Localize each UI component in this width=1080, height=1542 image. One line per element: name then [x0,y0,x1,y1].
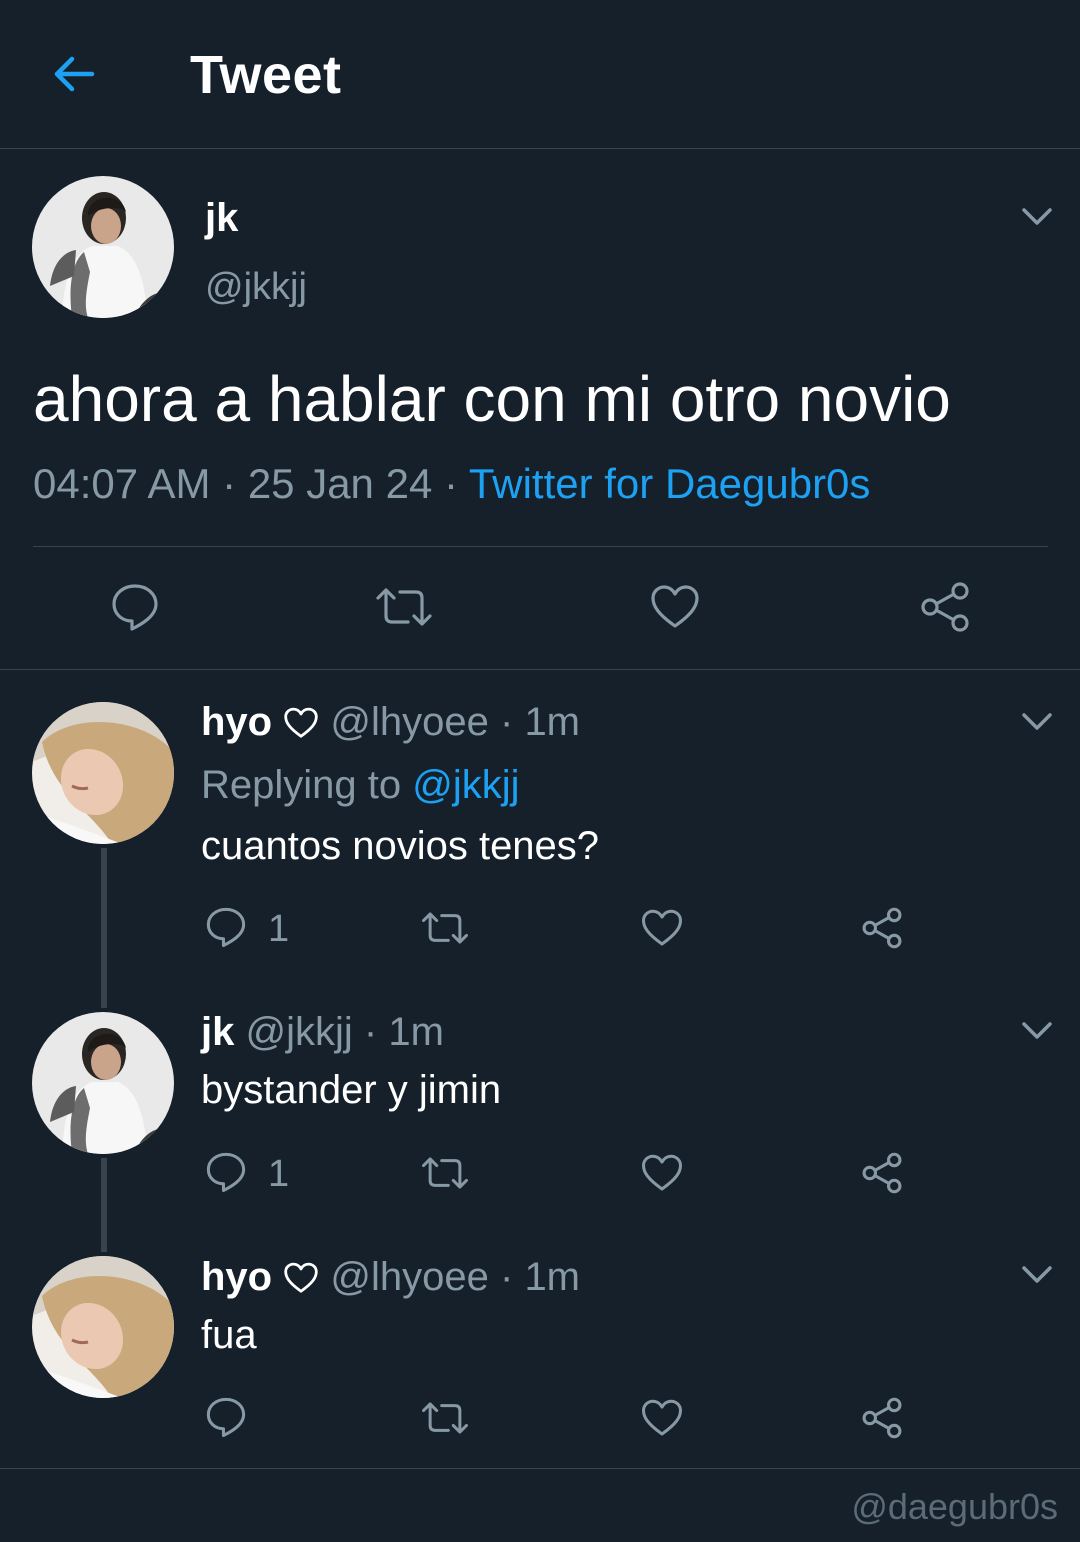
chevron-down-icon[interactable] [1020,1264,1054,1286]
reply-age: 1m [524,700,581,744]
reply-header: hyo @lhyoee · 1m [201,700,580,749]
reply-icon[interactable] [205,1151,247,1193]
reply-author-handle[interactable]: @lhyoee [330,1255,488,1299]
retweet-icon[interactable] [420,1399,470,1437]
share-icon[interactable] [860,1396,904,1440]
meta-separator: · [443,460,458,507]
reply-age: 1m [388,1010,444,1054]
page-title: Tweet [190,45,342,105]
divider [0,1468,1080,1469]
reply-text: bystander y jimin [201,1068,502,1112]
thread-line [101,848,107,1008]
reply-author-handle[interactable]: @lhyoee [330,700,488,744]
divider [33,546,1048,547]
tweet-time: 04:07 AM [33,460,211,507]
share-icon[interactable] [918,580,972,634]
heart-outline-icon [283,704,319,749]
replying-to-handle[interactable]: @jkkjj [412,763,519,807]
reply-header: jk @jkkjj · 1m [201,1010,444,1055]
tweet-text: ahora a hablar con mi otro novio [33,363,951,435]
author-handle[interactable]: @jkkjj [205,266,307,309]
author-name[interactable]: jk [205,196,238,241]
reply-author-name[interactable]: jk [201,1010,234,1054]
reply-icon[interactable] [205,1396,247,1438]
watermark: @daegubr0s [851,1486,1058,1527]
reply-author-name[interactable]: hyo [201,700,272,744]
like-icon[interactable] [641,1398,683,1438]
reply-author-handle[interactable]: @jkkjj [245,1010,352,1054]
reply-count: 1 [268,908,290,950]
chevron-down-icon[interactable] [1020,206,1054,228]
back-arrow-icon[interactable] [50,50,98,98]
reply-text: cuantos novios tenes? [201,824,600,868]
tweet-source-link[interactable]: Twitter for Daegubr0s [469,460,871,507]
like-icon[interactable] [641,908,683,948]
share-icon[interactable] [860,1151,904,1195]
heart-outline-icon [283,1259,319,1304]
chevron-down-icon[interactable] [1020,711,1054,733]
tweet-date: 25 Jan 24 [247,460,433,507]
reply-count: 1 [268,1153,290,1195]
retweet-icon[interactable] [420,1154,470,1192]
meta-separator: · [499,1255,514,1299]
meta-separator: · [363,1010,378,1054]
top-app-bar [0,0,1080,149]
reply-icon[interactable] [110,582,160,632]
meta-separator: · [222,460,237,507]
avatar-jk[interactable] [32,176,174,318]
reply-age: 1m [524,1255,581,1299]
avatar-jk[interactable] [32,1012,174,1154]
replying-to: Replying to @jkkjj [201,763,520,808]
share-icon[interactable] [860,906,904,950]
replying-to-prefix: Replying to [201,763,402,807]
chevron-down-icon[interactable] [1020,1020,1054,1042]
like-icon[interactable] [650,584,700,630]
divider [0,669,1080,670]
avatar-hyo[interactable] [32,702,174,844]
reply-author-name[interactable]: hyo [201,1255,272,1299]
retweet-icon[interactable] [420,909,470,947]
avatar-hyo[interactable] [32,1256,174,1398]
tweet-meta: 04:07 AM · 25 Jan 24 · Twitter for Daegu… [33,460,870,508]
meta-separator: · [499,700,514,744]
reply-header: hyo @lhyoee · 1m [201,1255,580,1304]
reply-text: fua [201,1313,257,1357]
thread-line [101,1158,107,1252]
like-icon[interactable] [641,1153,683,1193]
reply-icon[interactable] [205,906,247,948]
retweet-icon[interactable] [374,584,434,630]
